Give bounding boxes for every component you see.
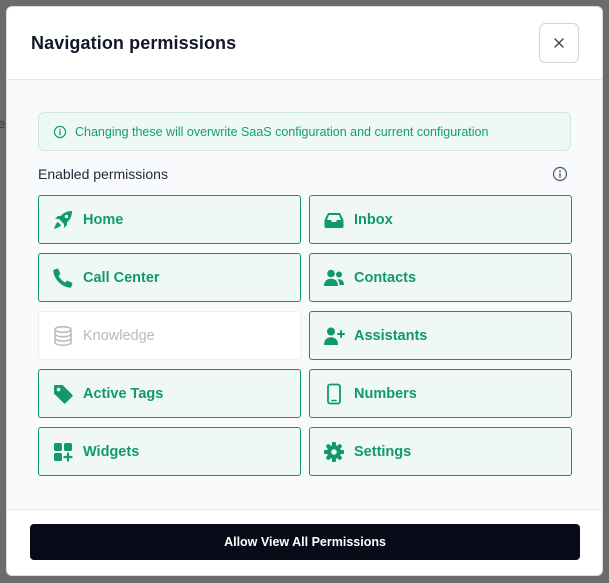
permission-label: Contacts xyxy=(354,269,417,286)
permission-label: Assistants xyxy=(354,327,428,344)
close-icon xyxy=(553,37,565,49)
permission-label: Settings xyxy=(354,443,412,460)
modal-header: Navigation permissions xyxy=(7,7,602,80)
permission-home[interactable]: Home xyxy=(38,195,301,244)
permission-active-tags[interactable]: Active Tags xyxy=(38,369,301,418)
permission-label: Numbers xyxy=(354,385,417,402)
users-icon xyxy=(323,267,345,289)
permissions-grid: Home Inbox Call Center Contacts Knowledg… xyxy=(38,195,572,476)
allow-view-all-permissions-button[interactable]: Allow View All Permissions xyxy=(30,524,580,560)
permission-call-center[interactable]: Call Center xyxy=(38,253,301,302)
permission-label: Knowledge xyxy=(83,327,155,344)
permission-numbers[interactable]: Numbers xyxy=(309,369,572,418)
rocket-icon xyxy=(52,209,74,231)
inbox-tray-icon xyxy=(323,209,345,231)
permission-label: Call Center xyxy=(83,269,160,286)
info-alert: Changing these will overwrite SaaS confi… xyxy=(38,112,571,151)
permission-contacts[interactable]: Contacts xyxy=(309,253,572,302)
permission-label: Home xyxy=(83,211,124,228)
permission-assistants[interactable]: Assistants xyxy=(309,311,572,360)
permission-label: Active Tags xyxy=(83,385,164,402)
permission-knowledge[interactable]: Knowledge xyxy=(38,311,301,360)
section-header: Enabled permissions xyxy=(38,165,571,183)
alert-text: Changing these will overwrite SaaS confi… xyxy=(75,124,489,139)
info-circle-icon xyxy=(53,125,67,139)
section-label: Enabled permissions xyxy=(38,166,168,182)
permission-settings[interactable]: Settings xyxy=(309,427,572,476)
user-plus-icon xyxy=(323,325,345,347)
widgets-icon xyxy=(52,441,74,463)
phone-icon xyxy=(52,267,74,289)
permission-inbox[interactable]: Inbox xyxy=(309,195,572,244)
modal-footer: Allow View All Permissions xyxy=(7,509,602,575)
mobile-phone-icon xyxy=(323,383,345,405)
permission-label: Widgets xyxy=(83,443,140,460)
permission-widgets[interactable]: Widgets xyxy=(38,427,301,476)
permission-label: Inbox xyxy=(354,211,393,228)
info-circle-icon[interactable] xyxy=(552,166,568,182)
gear-icon xyxy=(323,441,345,463)
close-button[interactable] xyxy=(539,23,579,63)
tag-icon xyxy=(52,383,74,405)
modal-body: Changing these will overwrite SaaS confi… xyxy=(7,80,602,476)
backdrop-fragment: e xyxy=(0,116,6,131)
database-icon xyxy=(52,325,74,347)
navigation-permissions-modal: Navigation permissions Changing these wi… xyxy=(6,6,603,576)
modal-title: Navigation permissions xyxy=(31,32,237,53)
